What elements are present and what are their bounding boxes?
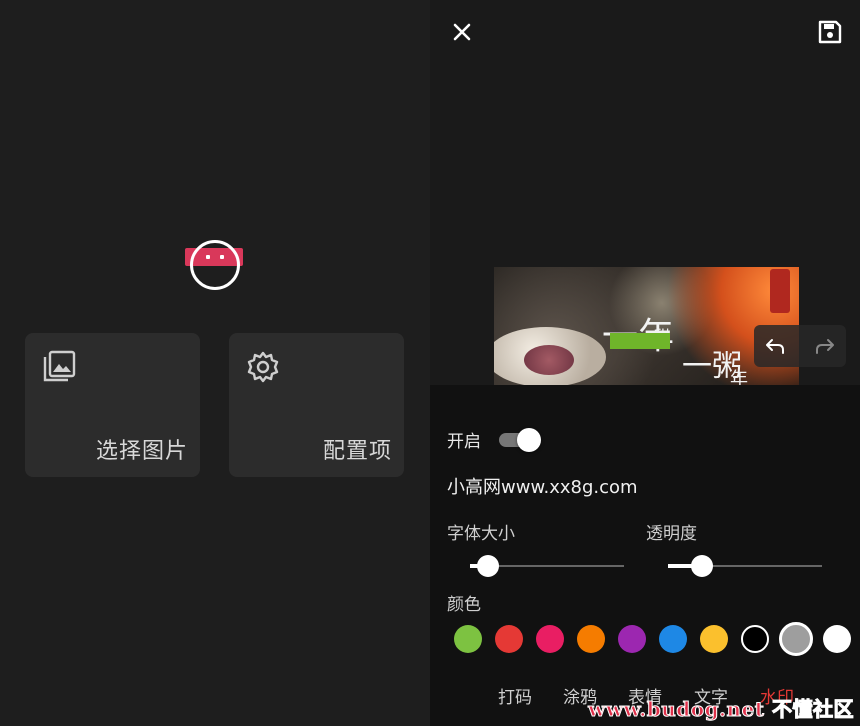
enable-label: 开启 [447,432,481,452]
opacity-thumb[interactable] [691,555,713,577]
opacity-slider[interactable] [668,555,822,577]
watermark-settings-panel: 开启 小高网www.xx8g.com 字体大小 透明度 颜色 打码 涂鸦 表情 … [430,385,860,726]
font-size-thumb[interactable] [477,555,499,577]
color-swatch[interactable] [495,625,523,653]
calligraphy-right-tail: 年 [730,369,748,387]
app-logo [185,238,245,292]
color-swatch[interactable] [779,622,813,656]
color-swatch[interactable] [536,625,564,653]
color-label: 颜色 [447,595,481,615]
color-swatch[interactable] [659,625,687,653]
undo-icon[interactable] [764,335,786,357]
color-swatch[interactable] [823,625,851,653]
image-icon [43,350,76,382]
history-controls [754,325,846,367]
save-icon[interactable] [816,18,844,46]
color-swatch[interactable] [454,625,482,653]
enable-row: 开启 [447,427,541,452]
tab-mosaic[interactable]: 打码 [498,683,532,708]
opacity-label: 透明度 [646,524,697,544]
watermark-overlay[interactable] [610,333,670,349]
image-preview[interactable]: 一年 甜 一粥 年 [494,267,799,387]
color-swatch[interactable] [618,625,646,653]
enable-toggle[interactable] [497,427,541,452]
select-image-label: 选择图片 [95,439,188,464]
config-button[interactable]: 配置项 [229,333,404,477]
font-size-label: 字体大小 [447,524,515,544]
config-label: 配置项 [322,439,392,464]
editor-screen: 一年 甜 一粥 年 开启 小高网www.xx8g.com 字体大小 透明度 [430,0,860,726]
site-watermark: www.budog.net 不懂社区 [588,697,854,722]
home-screen: 选择图片 配置项 [0,0,430,726]
font-size-slider[interactable] [470,555,624,577]
color-swatch[interactable] [700,625,728,653]
gear-icon [247,351,279,383]
color-swatches [454,622,860,656]
select-image-button[interactable]: 选择图片 [25,333,200,477]
redo-icon[interactable] [814,335,836,357]
close-icon[interactable] [448,18,476,46]
watermark-text-field[interactable]: 小高网www.xx8g.com [447,473,638,499]
color-swatch[interactable] [741,625,769,653]
color-swatch[interactable] [577,625,605,653]
